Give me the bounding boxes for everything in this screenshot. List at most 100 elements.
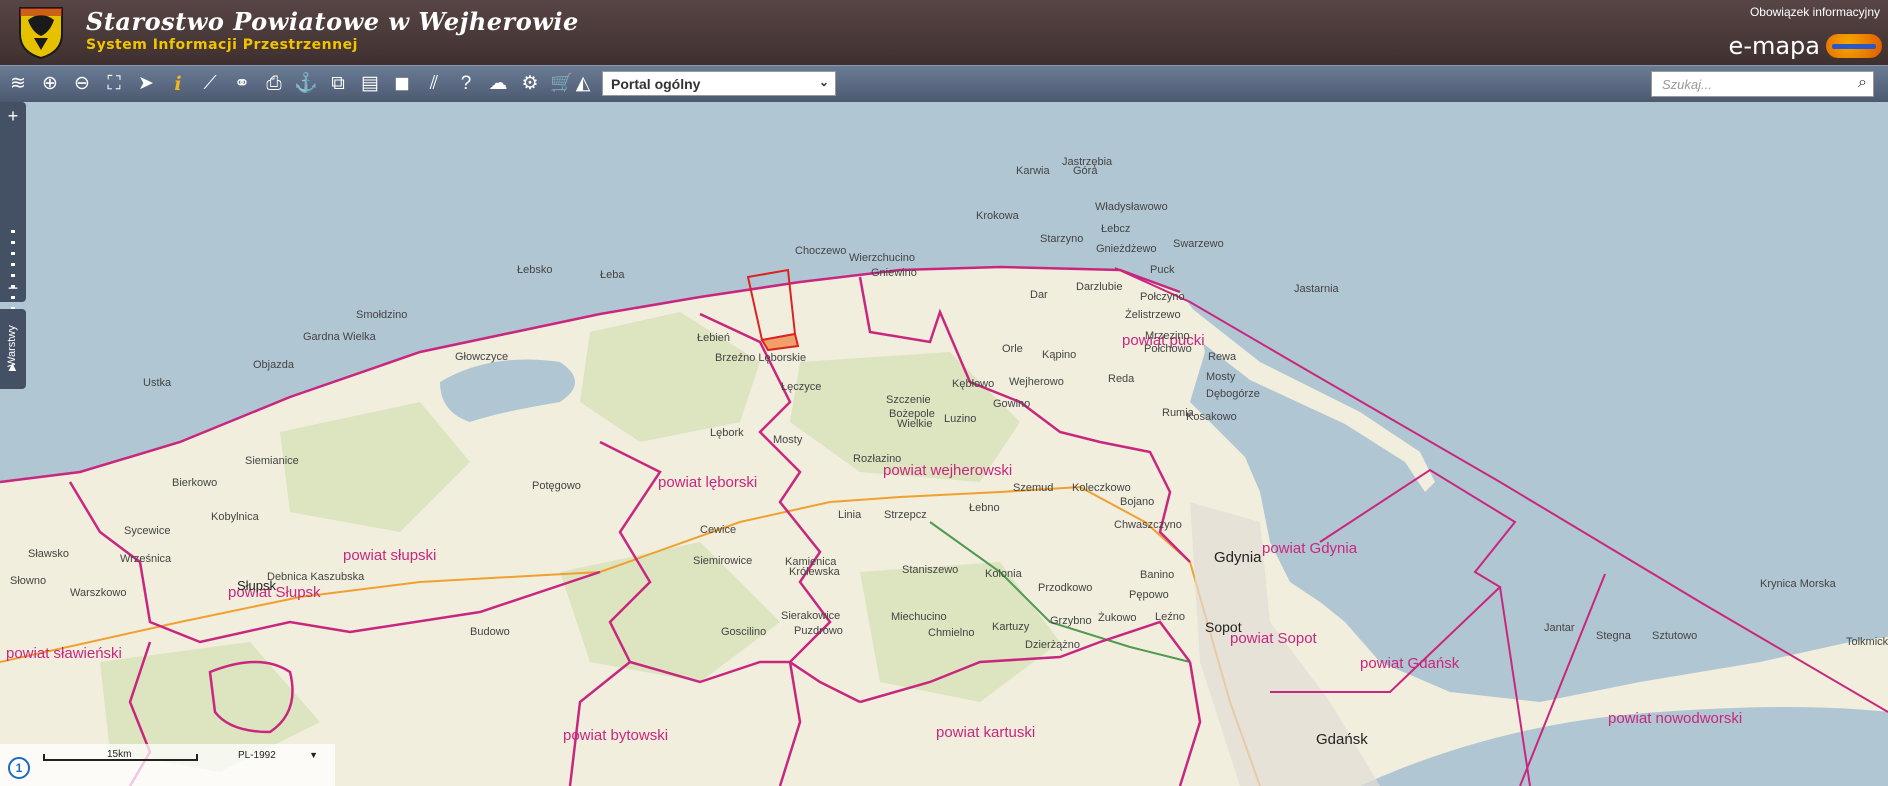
measure-icon[interactable]: ⟋ bbox=[197, 71, 223, 97]
svg-text:Kąpino: Kąpino bbox=[1042, 349, 1076, 361]
svg-text:Połchowo: Połchowo bbox=[1144, 343, 1192, 355]
svg-text:Wrześnica: Wrześnica bbox=[120, 553, 172, 565]
comment-icon[interactable]: ◼ bbox=[389, 71, 415, 97]
svg-text:Sztutowo: Sztutowo bbox=[1652, 630, 1697, 642]
svg-text:Mrzezino: Mrzezino bbox=[1145, 330, 1190, 342]
county-label: powiat Gdynia bbox=[1262, 540, 1358, 557]
svg-text:Objazda: Objazda bbox=[253, 359, 295, 371]
svg-text:Wielkie: Wielkie bbox=[897, 418, 932, 430]
svg-text:Dar: Dar bbox=[1030, 289, 1048, 301]
zoom-slider[interactable]: + − bbox=[0, 102, 26, 375]
svg-text:Szemud: Szemud bbox=[1013, 482, 1053, 494]
info-icon[interactable]: i bbox=[165, 71, 191, 97]
copy-icon[interactable]: ⧉ bbox=[325, 71, 351, 97]
svg-text:Miechucino: Miechucino bbox=[891, 611, 947, 623]
hatch-icon[interactable]: ⫽ bbox=[421, 71, 447, 97]
svg-text:Rewa: Rewa bbox=[1208, 351, 1237, 363]
svg-text:Tolkmicko: Tolkmicko bbox=[1846, 636, 1888, 648]
county-label: powiat wejherowski bbox=[883, 462, 1012, 479]
portal-select[interactable]: Portal ogólny ⌄ bbox=[602, 71, 836, 96]
zoom-minus-button[interactable]: − bbox=[0, 278, 26, 298]
print-icon[interactable]: ⎙ bbox=[261, 71, 287, 97]
svg-text:Łebsko: Łebsko bbox=[517, 264, 552, 276]
svg-text:Gnieżdżewo: Gnieżdżewo bbox=[1096, 243, 1157, 255]
svg-text:Lębork: Lębork bbox=[710, 427, 744, 439]
svg-text:Darzlubie: Darzlubie bbox=[1076, 281, 1122, 293]
svg-text:Potęgowo: Potęgowo bbox=[532, 480, 581, 492]
settings-icon[interactable]: ⚙ bbox=[517, 71, 543, 97]
county-label: powiat Sopot bbox=[1230, 630, 1318, 647]
svg-text:Siemirowice: Siemirowice bbox=[693, 555, 752, 567]
county-label: powiat kartuski bbox=[936, 724, 1035, 741]
chevron-down-icon: ⌄ bbox=[818, 75, 829, 89]
svg-text:Jantar: Jantar bbox=[1544, 622, 1575, 634]
svg-text:Debnica Kaszubska: Debnica Kaszubska bbox=[267, 571, 365, 583]
zoom-plus-button[interactable]: + bbox=[0, 106, 26, 126]
help-icon[interactable]: ? bbox=[453, 71, 479, 97]
select-arrow-icon[interactable]: ➤ bbox=[133, 71, 159, 97]
svg-text:Luzino: Luzino bbox=[944, 413, 976, 425]
layout-icon[interactable]: ▤ bbox=[357, 71, 383, 97]
svg-text:Krokowa: Krokowa bbox=[976, 210, 1020, 222]
svg-text:Dzierżążno: Dzierżążno bbox=[1025, 639, 1080, 651]
svg-text:Starzyno: Starzyno bbox=[1040, 233, 1083, 245]
svg-text:Dębogórze: Dębogórze bbox=[1206, 388, 1260, 400]
chevron-down-icon: ▼ bbox=[309, 750, 318, 760]
cloud-icon[interactable]: ☁ bbox=[485, 71, 511, 97]
geosystems-logo bbox=[1826, 34, 1882, 58]
svg-text:Stegna: Stegna bbox=[1596, 630, 1632, 642]
svg-text:Grzybno: Grzybno bbox=[1050, 615, 1092, 627]
county-label: powiat lęborski bbox=[658, 474, 757, 491]
svg-text:Banino: Banino bbox=[1140, 569, 1174, 581]
svg-text:Chmielno: Chmielno bbox=[928, 627, 974, 639]
svg-text:Bierkowo: Bierkowo bbox=[172, 477, 217, 489]
search-input[interactable]: Szukaj... ⌕ bbox=[1651, 71, 1874, 97]
crs-select[interactable]: PL-1992 ▼ bbox=[238, 750, 322, 761]
svg-text:Staniszewo: Staniszewo bbox=[902, 564, 958, 576]
scale-level-badge[interactable]: 1 bbox=[8, 757, 30, 779]
svg-text:Cewice: Cewice bbox=[700, 524, 736, 536]
svg-text:Brzeźno Lęborskie: Brzeźno Lęborskie bbox=[715, 352, 806, 364]
svg-text:Goscilino: Goscilino bbox=[721, 626, 766, 638]
svg-text:Smołdzino: Smołdzino bbox=[356, 309, 407, 321]
svg-text:Kartuzy: Kartuzy bbox=[992, 621, 1030, 633]
brand-name: e-mapa bbox=[1728, 32, 1820, 60]
link-icon[interactable]: ⚭ bbox=[229, 71, 255, 97]
app-header: Starostwo Powiatowe w Wejherowie System … bbox=[0, 0, 1888, 65]
app-subtitle: System Informacji Przestrzennej bbox=[86, 37, 358, 53]
zoom-extent-icon[interactable]: ⛶ bbox=[101, 71, 127, 97]
svg-text:Łęczyce: Łęczyce bbox=[781, 381, 821, 393]
crs-select-value: PL-1992 bbox=[238, 750, 276, 761]
svg-text:Głowczyce: Głowczyce bbox=[455, 351, 508, 363]
svg-text:Linia: Linia bbox=[838, 509, 862, 521]
svg-text:Kolonia: Kolonia bbox=[985, 568, 1023, 580]
county-label: powiat sławieński bbox=[6, 645, 122, 662]
zoom-out-icon[interactable]: ⊖ bbox=[69, 71, 95, 97]
svg-text:Siemianice: Siemianice bbox=[245, 455, 299, 467]
zoom-in-icon[interactable]: ⊕ bbox=[37, 71, 63, 97]
svg-text:Bojano: Bojano bbox=[1120, 496, 1154, 508]
svg-text:Chwaszczyno: Chwaszczyno bbox=[1114, 519, 1182, 531]
app-title: Starostwo Powiatowe w Wejherowie bbox=[86, 7, 579, 36]
svg-text:Puzdrowo: Puzdrowo bbox=[794, 625, 843, 637]
svg-text:Przodkowo: Przodkowo bbox=[1038, 582, 1092, 594]
svg-text:Gardna Wielka: Gardna Wielka bbox=[303, 331, 377, 343]
pin-icon[interactable]: ⚓ bbox=[293, 71, 319, 97]
main-toolbar: ≋ ⊕ ⊖ ⛶ ➤ i ⟋ ⚭ ⎙ ⚓ ⧉ ▤ ◼ ⫽ ? ☁ ⚙ 🛒 ◭ Po… bbox=[0, 65, 1888, 102]
county-label: powiat słupski bbox=[343, 547, 436, 564]
map-canvas[interactable]: powiat pucki powiat wejherowski powiat l… bbox=[0, 102, 1888, 786]
county-label: powiat bytowski bbox=[563, 727, 668, 744]
map-svg[interactable]: powiat pucki powiat wejherowski powiat l… bbox=[0, 102, 1888, 786]
compare-icon[interactable]: ◭ bbox=[570, 71, 596, 97]
svg-text:Połczyno: Połczyno bbox=[1140, 291, 1185, 303]
svg-text:Sycewice: Sycewice bbox=[124, 525, 170, 537]
layers-panel-tab[interactable]: Warstwy ▶ bbox=[0, 309, 26, 389]
svg-text:Łeba: Łeba bbox=[600, 269, 625, 281]
svg-text:Władysławowo: Władysławowo bbox=[1095, 201, 1168, 213]
svg-text:Jastarnia: Jastarnia bbox=[1294, 283, 1340, 295]
layers-icon[interactable]: ≋ bbox=[5, 71, 31, 97]
info-obligation-link[interactable]: Obowiązek informacyjny bbox=[1750, 5, 1880, 19]
search-icon[interactable]: ⌕ bbox=[1858, 74, 1867, 92]
svg-text:Rozłazino: Rozłazino bbox=[853, 453, 901, 465]
svg-text:Królewska: Królewska bbox=[789, 566, 841, 578]
